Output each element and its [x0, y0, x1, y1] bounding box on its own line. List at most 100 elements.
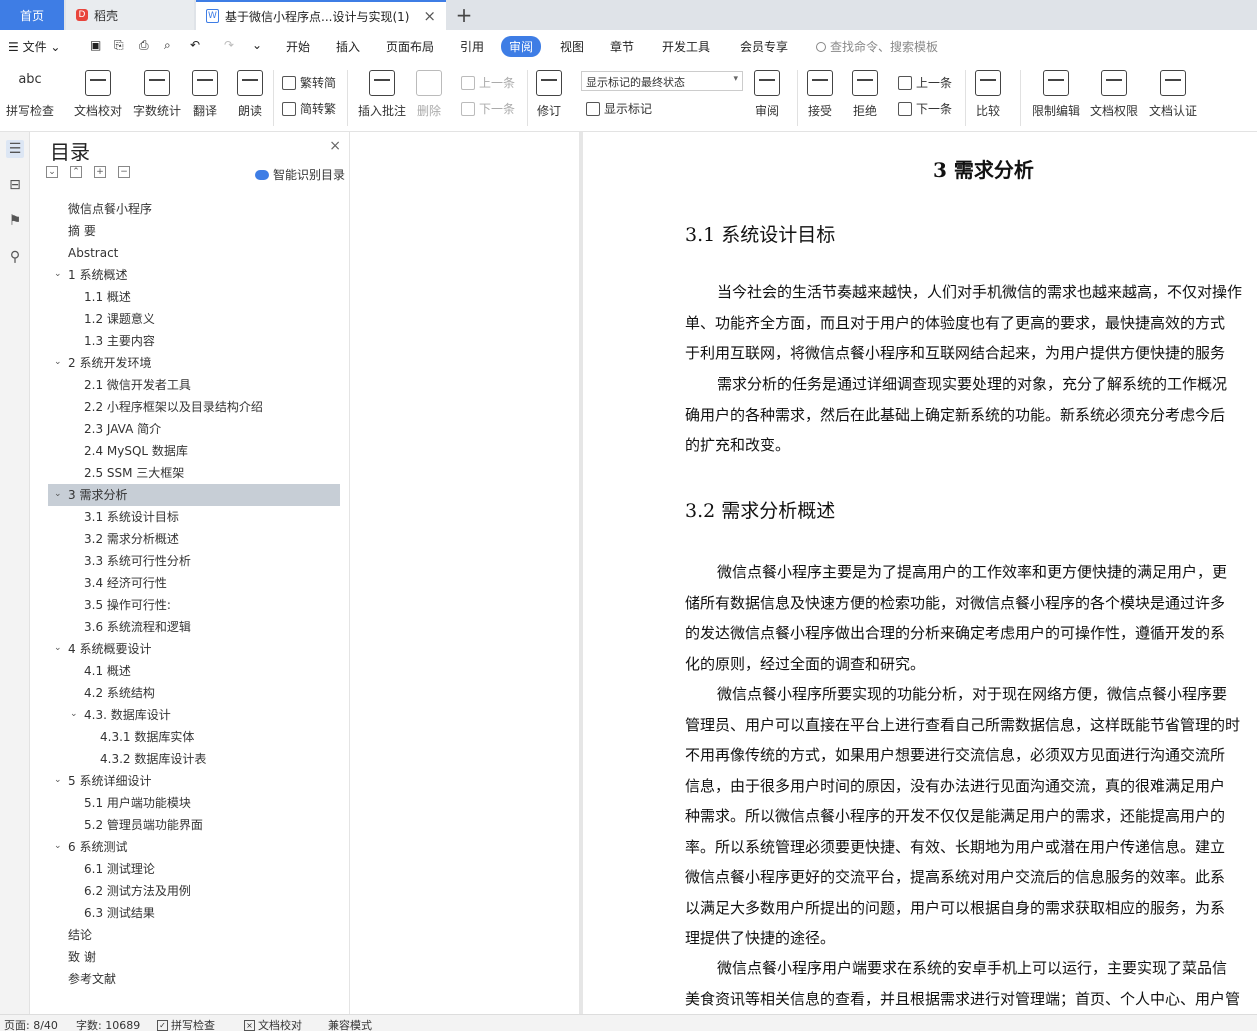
compare-button[interactable]: 比较 — [975, 70, 1001, 119]
toc-item[interactable]: ⌄ 5 系统详细设计 — [48, 770, 340, 792]
toc-item[interactable]: 6.1 测试理论 — [48, 858, 340, 880]
toc-item[interactable]: 摘 要 — [48, 220, 340, 242]
chevron-down-icon[interactable]: ⌄ — [54, 263, 62, 285]
toc-panel-icon[interactable]: ☰ — [6, 140, 24, 158]
menu-layout[interactable]: 页面布局 — [386, 38, 434, 55]
preview-icon[interactable]: ⌕ — [164, 38, 171, 53]
toc-item[interactable]: 2.3 JAVA 简介 — [48, 418, 340, 440]
show-markup-button[interactable]: 显示标记 — [586, 100, 652, 117]
toc-item[interactable]: 6.2 测试方法及用例 — [48, 880, 340, 902]
toc-item[interactable]: 4.2 系统结构 — [48, 682, 340, 704]
toc-item[interactable]: 1.2 课题意义 — [48, 308, 340, 330]
toc-item[interactable]: ⌄ 4.3. 数据库设计 — [48, 704, 340, 726]
chevron-down-icon[interactable]: ⌄ — [70, 703, 78, 725]
spell-check-button[interactable]: abc 拼写检查 — [6, 70, 54, 119]
export-icon[interactable]: ⎘ — [114, 38, 124, 53]
toc-item[interactable]: 4.1 概述 — [48, 660, 340, 682]
toc-item[interactable]: 5.1 用户端功能模块 — [48, 792, 340, 814]
track-changes-button[interactable]: 修订 — [536, 70, 562, 119]
document-page[interactable]: 3 需求分析 3.1 系统设计目标 当今社会的生活节奏越来越快，人们对手机微信的… — [583, 132, 1257, 1014]
prev-comment-button[interactable]: 上一条 — [461, 74, 515, 91]
chevron-down-icon[interactable]: ⌄ — [54, 483, 62, 505]
toc-item[interactable]: 3.2 需求分析概述 — [48, 528, 340, 550]
menu-review[interactable]: 审阅 — [501, 36, 542, 57]
toc-item[interactable]: 微信点餐小程序 — [48, 198, 340, 220]
chevron-down-icon[interactable]: ⌄ — [54, 351, 62, 373]
menu-view[interactable]: 视图 — [560, 38, 584, 55]
toc-item[interactable]: 2.4 MySQL 数据库 — [48, 440, 340, 462]
command-search[interactable]: 查找命令、搜索模板 — [816, 38, 938, 55]
doc-permission-button[interactable]: 文档权限 — [1090, 70, 1138, 119]
toc-item[interactable]: 4.3.2 数据库设计表 — [48, 748, 340, 770]
menu-reference[interactable]: 引用 — [460, 38, 484, 55]
toc-item[interactable]: 3.3 系统可行性分析 — [48, 550, 340, 572]
toc-item[interactable]: 2.2 小程序框架以及目录结构介绍 — [48, 396, 340, 418]
proofread-button[interactable]: 文档校对 — [74, 70, 122, 119]
more-icon[interactable]: ⌄ — [252, 38, 262, 52]
toc-item[interactable]: ⌄ 2 系统开发环境 — [48, 352, 340, 374]
smart-toc-button[interactable]: 智能识别目录 — [254, 166, 345, 183]
toc-item[interactable]: ⌄ 1 系统概述 — [48, 264, 340, 286]
save-icon[interactable]: ▣ — [90, 38, 101, 52]
toc-item[interactable]: 2.5 SSM 三大框架 — [48, 462, 340, 484]
redo-icon[interactable]: ↷ — [224, 38, 234, 52]
toc-item[interactable]: 1.1 概述 — [48, 286, 340, 308]
chevron-down-icon[interactable]: ⌄ — [54, 637, 62, 659]
review-pane-button[interactable]: 审阅 — [754, 70, 780, 119]
doc-certify-button[interactable]: 文档认证 — [1149, 70, 1197, 119]
bookmark-icon[interactable]: ⚑ — [6, 212, 24, 230]
collapse-all-icon[interactable]: ⌄ — [46, 166, 58, 178]
remove-heading-icon[interactable]: − — [118, 166, 130, 178]
display-state-dropdown[interactable]: 显示标记的最终状态 — [581, 71, 743, 91]
next-comment-button[interactable]: 下一条 — [461, 100, 515, 117]
chevron-down-icon[interactable]: ⌄ — [54, 835, 62, 857]
toc-item[interactable]: 致 谢 — [48, 946, 340, 968]
restrict-edit-button[interactable]: 限制编辑 — [1032, 70, 1080, 119]
translate-button[interactable]: 翻译 — [192, 70, 218, 119]
prev-change-button[interactable]: 上一条 — [898, 74, 952, 91]
toc-item[interactable]: 结论 — [48, 924, 340, 946]
tab-home[interactable]: 首页 — [0, 0, 64, 30]
toc-item[interactable]: 1.3 主要内容 — [48, 330, 340, 352]
t2s-button[interactable]: 繁转简 — [282, 74, 336, 91]
toc-item[interactable]: ⌄ 3 需求分析 — [48, 484, 340, 506]
add-heading-icon[interactable]: + — [94, 166, 106, 178]
word-count-button[interactable]: 字数统计 — [133, 70, 181, 119]
expand-up-icon[interactable]: ⌃ — [70, 166, 82, 178]
toc-item[interactable]: 6.3 测试结果 — [48, 902, 340, 924]
menu-member[interactable]: 会员专享 — [740, 38, 788, 55]
file-menu[interactable]: ☰ 文件 ⌄ — [8, 38, 60, 55]
toc-item[interactable]: 4.3.1 数据库实体 — [48, 726, 340, 748]
toc-item[interactable]: 5.2 管理员端功能界面 — [48, 814, 340, 836]
insert-comment-button[interactable]: 插入批注 — [358, 70, 406, 119]
new-tab-button[interactable]: + — [450, 0, 478, 30]
toc-item[interactable]: 3.6 系统流程和逻辑 — [48, 616, 340, 638]
toc-item[interactable]: 2.1 微信开发者工具 — [48, 374, 340, 396]
menu-chapter[interactable]: 章节 — [610, 38, 634, 55]
reject-button[interactable]: 拒绝 — [852, 70, 878, 119]
structure-icon[interactable]: ⊟ — [6, 176, 24, 194]
toc-item[interactable]: 3.5 操作可行性: — [48, 594, 340, 616]
s2t-button[interactable]: 简转繁 — [282, 100, 336, 117]
toc-item[interactable]: 3.1 系统设计目标 — [48, 506, 340, 528]
menu-insert[interactable]: 插入 — [336, 38, 360, 55]
close-tab-icon[interactable]: × — [423, 7, 436, 25]
accept-button[interactable]: 接受 — [807, 70, 833, 119]
toc-item[interactable]: ⌄ 4 系统概要设计 — [48, 638, 340, 660]
toc-item[interactable]: 参考文献 — [48, 968, 340, 990]
toc-item[interactable]: Abstract — [48, 242, 340, 264]
read-aloud-button[interactable]: 朗读 — [237, 70, 263, 119]
tab-document[interactable]: W 基于微信小程序点...设计与实现(1) × — [196, 0, 446, 30]
close-icon[interactable]: × — [329, 138, 341, 154]
toc-item[interactable]: 3.4 经济可行性 — [48, 572, 340, 594]
chevron-down-icon[interactable]: ⌄ — [54, 769, 62, 791]
print-icon[interactable]: ⎙ — [139, 38, 149, 53]
menu-start[interactable]: 开始 — [286, 38, 310, 55]
toc-item[interactable]: ⌄ 6 系统测试 — [48, 836, 340, 858]
tab-daoke[interactable]: D 稻壳 — [66, 0, 194, 30]
menu-devtools[interactable]: 开发工具 — [662, 38, 710, 55]
undo-icon[interactable]: ↶ — [190, 38, 200, 52]
search-icon[interactable]: ⚲ — [6, 248, 24, 266]
delete-comment-button[interactable]: 删除 — [416, 70, 442, 119]
next-change-button[interactable]: 下一条 — [898, 100, 952, 117]
